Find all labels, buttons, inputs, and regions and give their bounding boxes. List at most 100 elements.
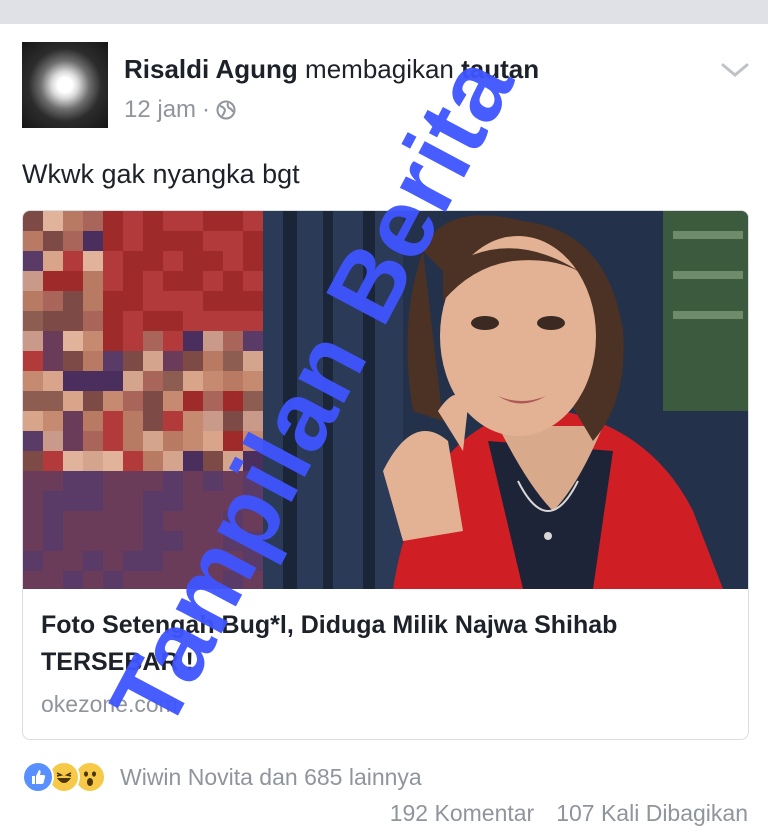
mosaic-tile: [183, 411, 203, 431]
mosaic-tile: [103, 291, 123, 311]
mosaic-tile: [43, 411, 63, 431]
mosaic-tile: [83, 411, 103, 431]
mosaic-tile: [83, 351, 103, 371]
mosaic-tile: [123, 291, 143, 311]
comments-count[interactable]: 192 Komentar: [390, 800, 534, 827]
mosaic-tile: [83, 491, 103, 511]
mosaic-tile: [103, 571, 123, 589]
mosaic-tile: [183, 391, 203, 411]
mosaic-tile: [23, 511, 43, 531]
mosaic-tile: [143, 231, 163, 251]
mosaic-tile: [103, 511, 123, 531]
mosaic-tile: [183, 291, 203, 311]
mosaic-tile: [203, 211, 223, 231]
mosaic-tile: [163, 431, 183, 451]
mosaic-tile: [83, 231, 103, 251]
mosaic-tile: [203, 231, 223, 251]
mosaic-tile: [123, 451, 143, 471]
shares-count[interactable]: 107 Kali Dibagikan: [556, 800, 748, 827]
mosaic-tile: [243, 271, 263, 291]
mosaic-tile: [243, 291, 263, 311]
mosaic-tile: [223, 311, 243, 331]
mosaic-tile: [83, 371, 103, 391]
mosaic-tile: [23, 391, 43, 411]
mosaic-tile: [123, 551, 143, 571]
mosaic-tile: [23, 311, 43, 331]
mosaic-tile: [143, 311, 163, 331]
reactions-row[interactable]: Wiwin Novita dan 685 lainnya: [22, 760, 422, 794]
mosaic-tile: [183, 371, 203, 391]
mosaic-tile: [103, 391, 123, 411]
mosaic-tile: [183, 231, 203, 251]
mosaic-tile: [43, 471, 63, 491]
mosaic-tile: [43, 231, 63, 251]
mosaic-tile: [43, 511, 63, 531]
mosaic-tile: [143, 251, 163, 271]
mosaic-tile: [223, 231, 243, 251]
mosaic-tile: [83, 431, 103, 451]
mosaic-tile: [123, 211, 143, 231]
post-time[interactable]: 12 jam: [124, 96, 196, 124]
mosaic-tile: [123, 271, 143, 291]
mosaic-tile: [63, 251, 83, 271]
mosaic-tile: [63, 571, 83, 589]
reactions-summary[interactable]: Wiwin Novita dan 685 lainnya: [120, 764, 422, 791]
avatar[interactable]: [22, 42, 108, 128]
mosaic-tile: [163, 231, 183, 251]
mosaic-tile: [63, 231, 83, 251]
mosaic-tile: [183, 271, 203, 291]
mosaic-tile: [23, 431, 43, 451]
mosaic-tile: [103, 451, 123, 471]
mosaic-tile: [123, 331, 143, 351]
mosaic-tile: [23, 231, 43, 251]
mosaic-tile: [143, 431, 163, 451]
globe-icon: [216, 100, 236, 120]
mosaic-tile: [63, 431, 83, 451]
mosaic-tile: [23, 571, 43, 589]
mosaic-tile: [163, 471, 183, 491]
status-text: Wkwk gak nyangka bgt: [22, 159, 300, 189]
mosaic-tile: [243, 311, 263, 331]
mosaic-tile: [143, 491, 163, 511]
mosaic-tile: [163, 271, 183, 291]
mosaic-tile: [63, 411, 83, 431]
mosaic-tile: [143, 371, 163, 391]
mosaic-tile: [143, 331, 163, 351]
mosaic-tile: [143, 291, 163, 311]
mosaic-tile: [123, 351, 143, 371]
mosaic-tile: [123, 511, 143, 531]
mosaic-tile: [83, 251, 103, 271]
mosaic-tile: [123, 391, 143, 411]
author-name[interactable]: Risaldi Agung: [124, 54, 298, 84]
mosaic-tile: [83, 451, 103, 471]
mosaic-tile: [103, 431, 123, 451]
mosaic-tile: [143, 211, 163, 231]
mosaic-tile: [23, 291, 43, 311]
mosaic-tile: [103, 551, 123, 571]
mosaic-tile: [23, 251, 43, 271]
mosaic-tile: [43, 211, 63, 231]
mosaic-tile: [23, 271, 43, 291]
mosaic-tile: [83, 311, 103, 331]
mosaic-tile: [203, 351, 223, 371]
mosaic-tile: [163, 211, 183, 231]
mosaic-tile: [103, 311, 123, 331]
chevron-down-icon[interactable]: [720, 60, 750, 80]
mosaic-tile: [103, 271, 123, 291]
mosaic-tile: [63, 291, 83, 311]
mosaic-tile: [143, 451, 163, 471]
mosaic-tile: [123, 411, 143, 431]
mosaic-tile: [63, 531, 83, 551]
mosaic-tile: [43, 311, 63, 331]
mosaic-tile: [223, 371, 243, 391]
mosaic-tile: [23, 551, 43, 571]
mosaic-tile: [183, 431, 203, 451]
mosaic-tile: [123, 251, 143, 271]
mosaic-tile: [83, 291, 103, 311]
top-strip: [0, 0, 768, 24]
mosaic-tile: [83, 531, 103, 551]
meta-separator: ·: [202, 96, 211, 123]
mosaic-tile: [83, 211, 103, 231]
mosaic-tile: [103, 351, 123, 371]
mosaic-tile: [23, 351, 43, 371]
